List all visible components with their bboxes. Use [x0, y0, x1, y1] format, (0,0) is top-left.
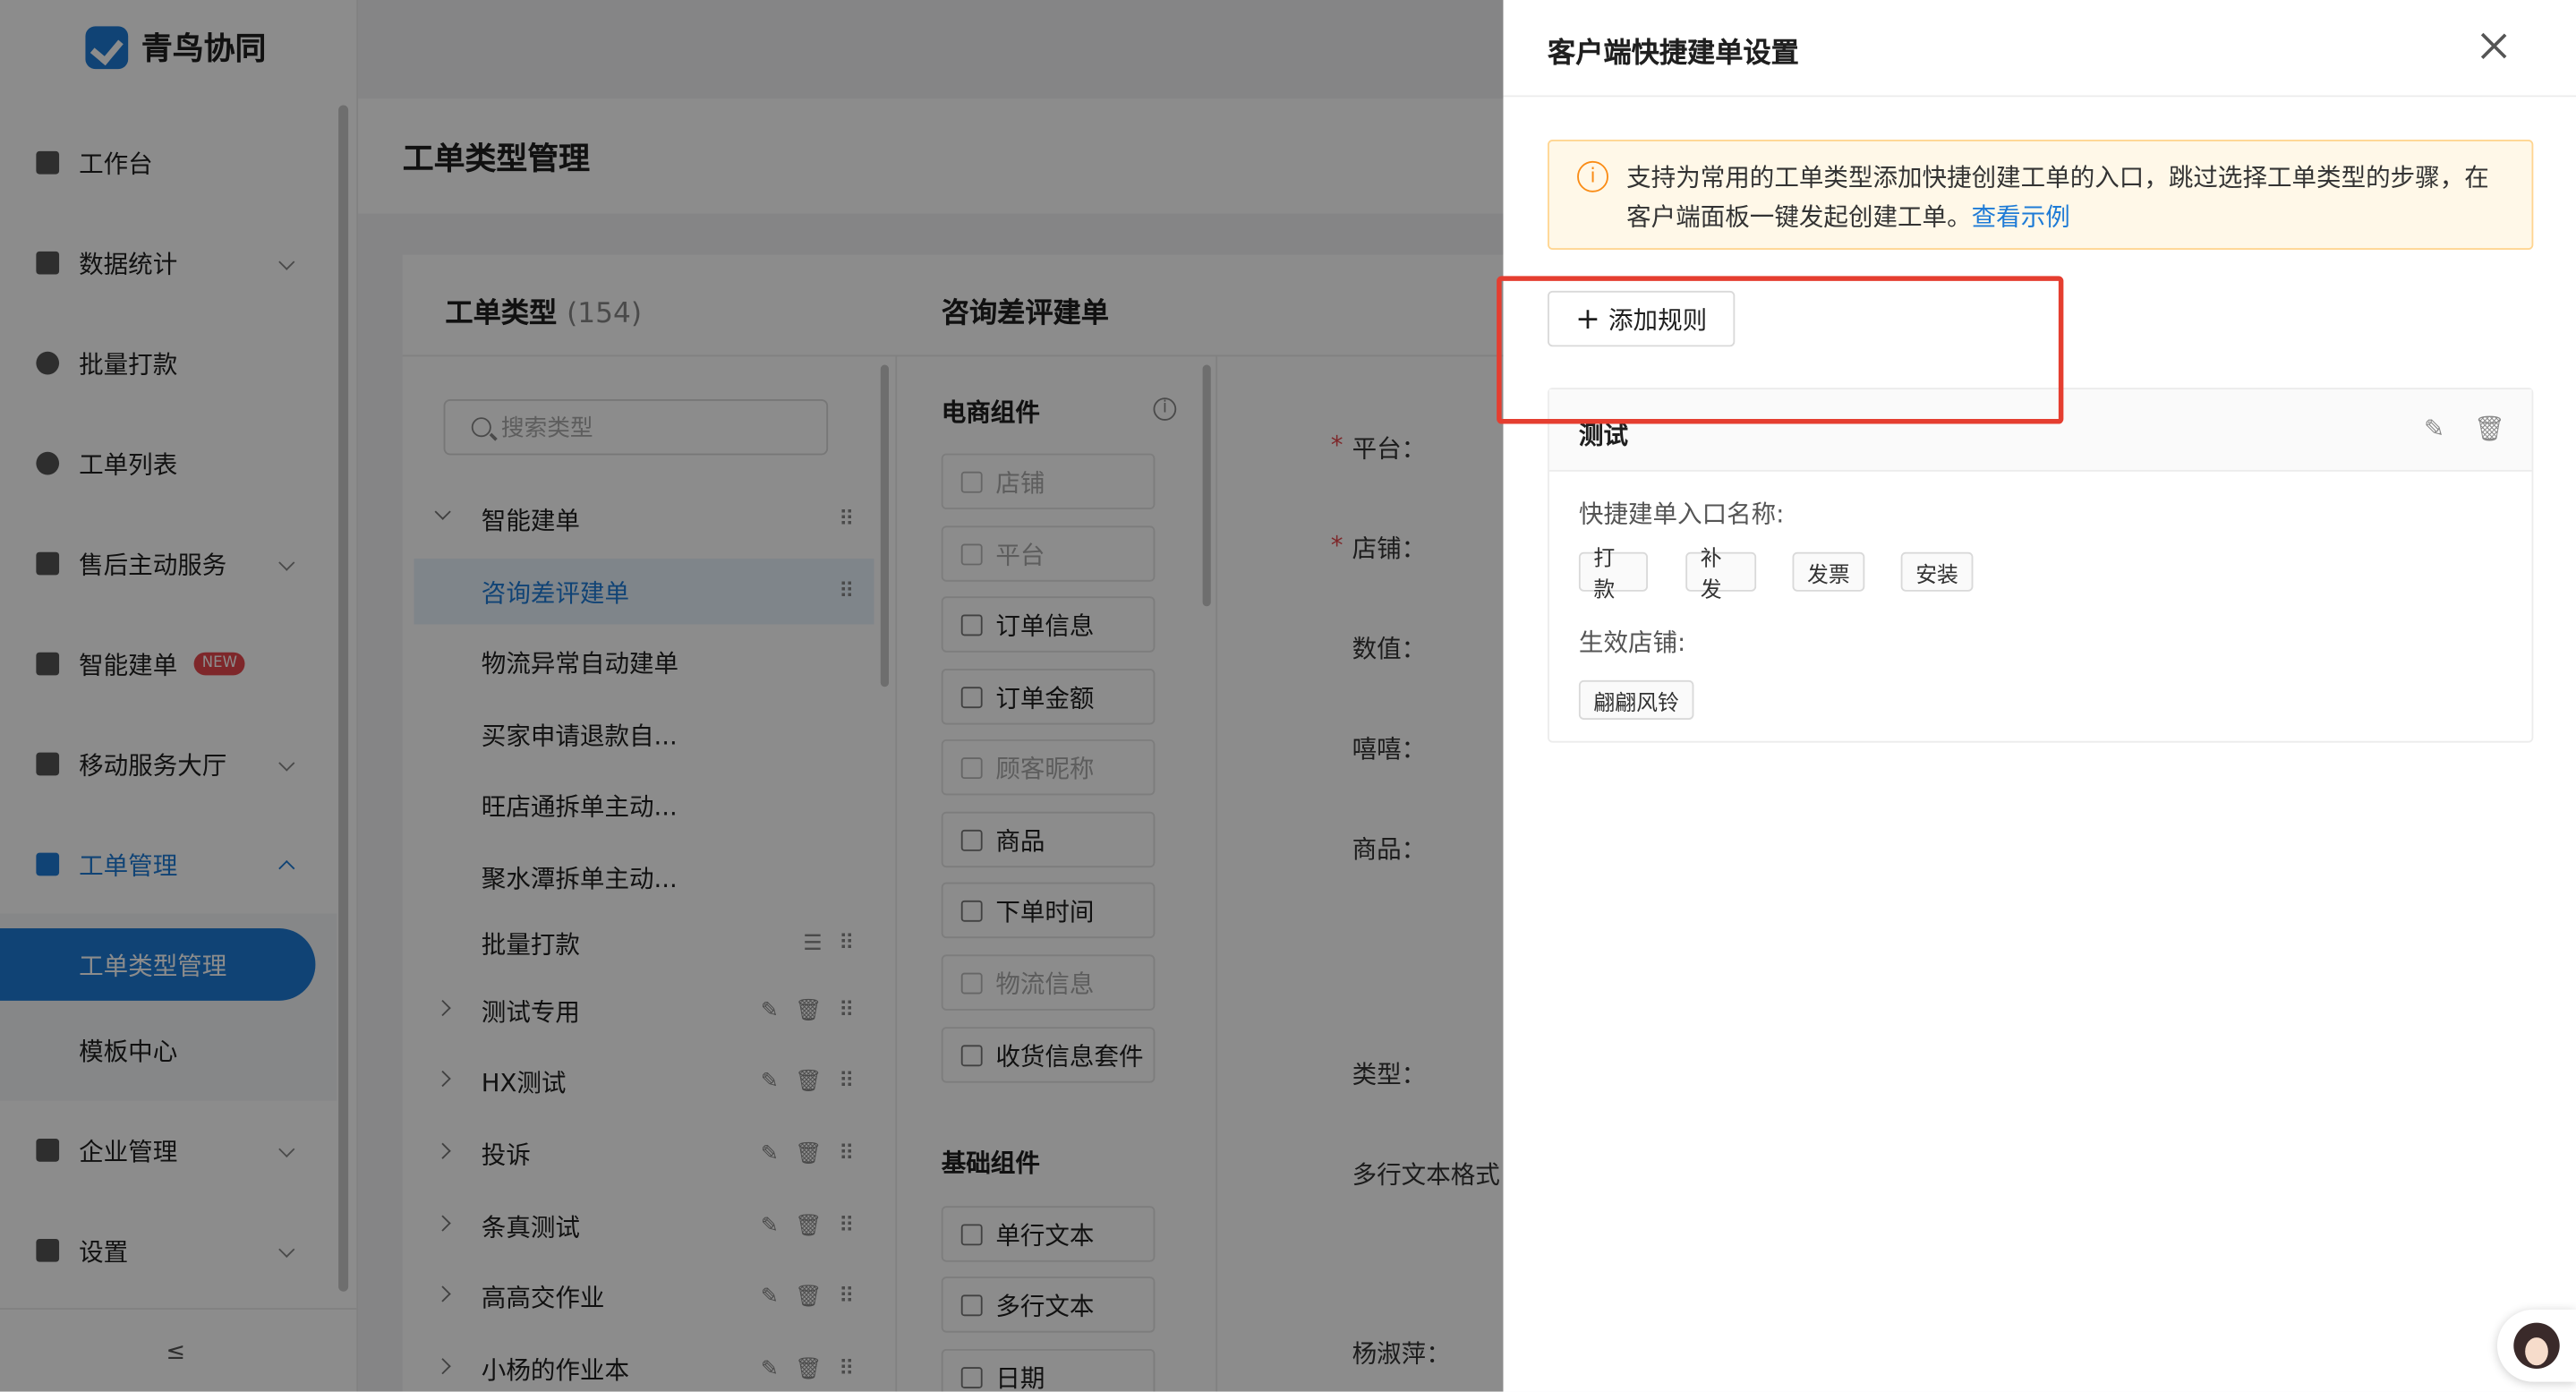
trash-icon[interactable]: 🗑: [2474, 414, 2505, 444]
rule-card: 测试 ✎ 🗑 快捷建单入口名称: 打款 补发 发票 安装 生效店铺: 翩翩风铃: [1548, 388, 2534, 743]
entry-tag: 安装: [1900, 551, 1974, 592]
entry-tag: 打款: [1578, 547, 1649, 603]
entry-tag: 发票: [1792, 551, 1865, 592]
edit-icon[interactable]: ✎: [2424, 414, 2444, 444]
info-alert: i 支持为常用的工单类型添加快捷创建工单的入口，跳过选择工单类型的步骤，在客户端…: [1548, 140, 2534, 250]
shop-tag: 翩翩风铃: [1578, 679, 1694, 720]
shop-label: 生效店铺:: [1578, 628, 1686, 658]
close-icon[interactable]: [2479, 31, 2509, 61]
avatar-face-icon: [2513, 1322, 2560, 1369]
drawer-divider: [1503, 95, 2576, 98]
view-example-link[interactable]: 查看示例: [1972, 202, 2070, 232]
highlight-box: [1497, 276, 2064, 424]
drawer-title: 客户端快捷建单设置: [1548, 38, 1799, 71]
assistant-avatar[interactable]: [2496, 1309, 2576, 1382]
entry-name-label: 快捷建单入口名称:: [1578, 499, 1785, 530]
quick-create-drawer: 客户端快捷建单设置 i 支持为常用的工单类型添加快捷创建工单的入口，跳过选择工单…: [1497, 0, 2576, 1392]
entry-tag: 补发: [1685, 547, 1757, 603]
modal-overlay[interactable]: [0, 0, 1504, 1392]
warning-icon: i: [1577, 160, 1608, 192]
